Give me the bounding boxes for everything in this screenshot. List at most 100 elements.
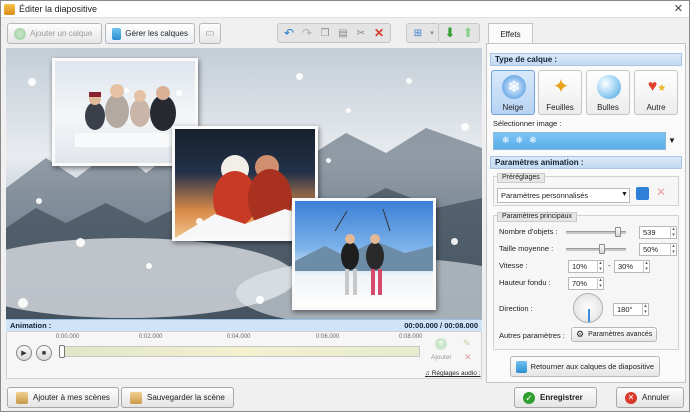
close-icon[interactable]: ✕: [674, 2, 683, 15]
preset-select[interactable]: Paramètres personnalisés: [497, 188, 630, 203]
count-label: Nombre d'objets :: [499, 227, 558, 236]
image-picker[interactable]: ❄❄❄: [493, 132, 666, 150]
layer-type-leaves[interactable]: ✦ Feuilles: [538, 70, 582, 115]
slide-preview[interactable]: [6, 48, 482, 319]
speed-max-value: 30%: [618, 262, 634, 271]
snowflake: [176, 90, 182, 96]
add-to-scenes-button[interactable]: Ajouter à mes scènes: [7, 387, 119, 408]
back-to-layers-button[interactable]: Retourner aux calques de diapositive: [510, 356, 660, 377]
direction-dial[interactable]: [573, 293, 603, 323]
play-button[interactable]: ▶: [16, 345, 32, 361]
back-to-layers-label: Retourner aux calques de diapositive: [530, 362, 654, 371]
move-down-icon[interactable]: ⬇: [442, 25, 458, 40]
speed-label: Vitesse :: [499, 261, 528, 270]
size-label: Taille moyenne :: [499, 244, 554, 253]
size-spinner[interactable]: ▴ ▾: [670, 243, 676, 256]
cancel-icon: ✕: [625, 391, 637, 404]
snowflake: [461, 123, 469, 131]
snowflake: [146, 263, 152, 269]
snowflake: [18, 298, 28, 308]
count-value: 539: [643, 228, 656, 237]
direction-value: 180°: [617, 305, 633, 314]
fade-value: 70%: [572, 279, 588, 288]
stop-button[interactable]: ■: [36, 345, 52, 361]
chevron-down-icon[interactable]: ▾: [428, 26, 436, 40]
direction-spinner[interactable]: ▴ ▾: [642, 303, 648, 316]
undo-icon[interactable]: ↶: [281, 26, 297, 40]
save-scene-label: Sauvegarder la scène: [147, 393, 225, 402]
skier-figures: [295, 208, 433, 295]
direction-needle: [588, 309, 590, 322]
tab-effects[interactable]: Effets: [488, 23, 533, 44]
presets-label: Préréglages: [497, 173, 545, 183]
edit-keyframe-icon[interactable]: ✎: [463, 338, 471, 349]
animation-label: Animation :: [10, 321, 52, 330]
audio-settings-label: Réglages audio :: [431, 370, 481, 377]
gear-icon: ⚙: [576, 329, 585, 339]
fade-spinner[interactable]: ▴ ▾: [597, 277, 603, 290]
add-keyframe-icon[interactable]: +: [435, 338, 447, 350]
add-to-scenes-label: Ajouter à mes scènes: [33, 393, 110, 402]
speed-min-spinner[interactable]: ▴ ▾: [597, 260, 603, 273]
manage-layers-label: Gérer les calques: [125, 29, 188, 38]
order-toolbar: ⬇ ⬆: [438, 23, 480, 43]
layer-type-snow[interactable]: ❄ Neige: [491, 70, 535, 115]
save-label: Enregistrer: [540, 393, 583, 402]
snowflake: [124, 88, 129, 93]
snowflake: [76, 238, 85, 247]
move-up-icon[interactable]: ⬆: [460, 25, 476, 40]
delete-preset-icon[interactable]: ✕: [656, 185, 666, 199]
tick-label: 0:00.000: [56, 334, 80, 340]
cancel-button[interactable]: ✕ Annuler: [616, 387, 684, 408]
audio-settings-link[interactable]: ♫ Réglages audio :: [425, 370, 480, 377]
snowflake: [406, 78, 412, 84]
redo-icon[interactable]: ↷: [299, 26, 315, 40]
slide-view-button[interactable]: ▭: [199, 23, 221, 44]
cut-icon[interactable]: ✂: [353, 26, 369, 40]
advanced-params-button[interactable]: ⚙ Paramètres avancés: [571, 327, 658, 342]
snowflake: [28, 78, 36, 86]
layer-type-label: Neige: [502, 103, 524, 112]
add-keyframe-label: Ajouter: [431, 354, 452, 361]
count-slider-thumb[interactable]: [615, 227, 621, 237]
direction-label: Direction :: [499, 304, 533, 313]
delete-keyframe-icon[interactable]: ✕: [464, 352, 472, 363]
snowflake: [196, 218, 203, 225]
tick-label: 0:04.000: [227, 334, 251, 340]
add-layer-button[interactable]: Ajouter un calque: [7, 23, 102, 44]
layer-type-other[interactable]: ♥★ Autre: [634, 70, 678, 115]
size-slider[interactable]: [566, 248, 626, 251]
snowflake: [326, 158, 331, 163]
manage-layers-button[interactable]: Gérer les calques: [105, 23, 195, 44]
speed-separator: -: [608, 261, 611, 270]
layer-type-heading: Type de calque :: [490, 53, 682, 66]
speed-max-spinner[interactable]: ▴ ▾: [643, 260, 649, 273]
count-spinner[interactable]: ▴ ▾: [670, 226, 676, 239]
layer-type-label: Autre: [646, 103, 666, 112]
delete-icon[interactable]: ✕: [371, 26, 387, 40]
play-icon: ▶: [21, 350, 27, 357]
timeline-panel: 0:00.000 0:02.000 0:04.000 0:06.000 0:08…: [6, 331, 482, 379]
snowflake: [346, 108, 351, 113]
photo-skiers[interactable]: [292, 198, 436, 310]
anim-params-heading: Paramètres animation :: [490, 156, 682, 169]
align-icon[interactable]: ⊞: [410, 26, 426, 40]
save-preset-icon[interactable]: [636, 187, 649, 200]
save-button[interactable]: ✓ Enregistrer: [514, 387, 597, 408]
paste-icon[interactable]: ▤: [335, 26, 351, 40]
chevron-down-icon[interactable]: ▼: [668, 136, 676, 145]
size-slider-thumb[interactable]: [599, 244, 605, 254]
main-params-label: Paramètres principaux: [497, 212, 578, 222]
other-params-label: Autres paramètres :: [499, 331, 565, 340]
copy-icon[interactable]: ❐: [317, 26, 333, 40]
timeline-track[interactable]: [59, 345, 420, 358]
save-scene-button[interactable]: Sauvegarder la scène: [121, 387, 234, 408]
select-image-label: Sélectionner image :: [493, 119, 562, 128]
layers-icon: [516, 360, 527, 373]
playhead[interactable]: [59, 345, 65, 358]
layer-type-bubbles[interactable]: Bulles: [586, 70, 630, 115]
add-layer-label: Ajouter un calque: [30, 29, 93, 38]
stop-icon: ■: [41, 349, 47, 357]
chevron-down-icon[interactable]: ▼: [621, 191, 628, 198]
layer-type-label: Feuilles: [546, 103, 574, 112]
